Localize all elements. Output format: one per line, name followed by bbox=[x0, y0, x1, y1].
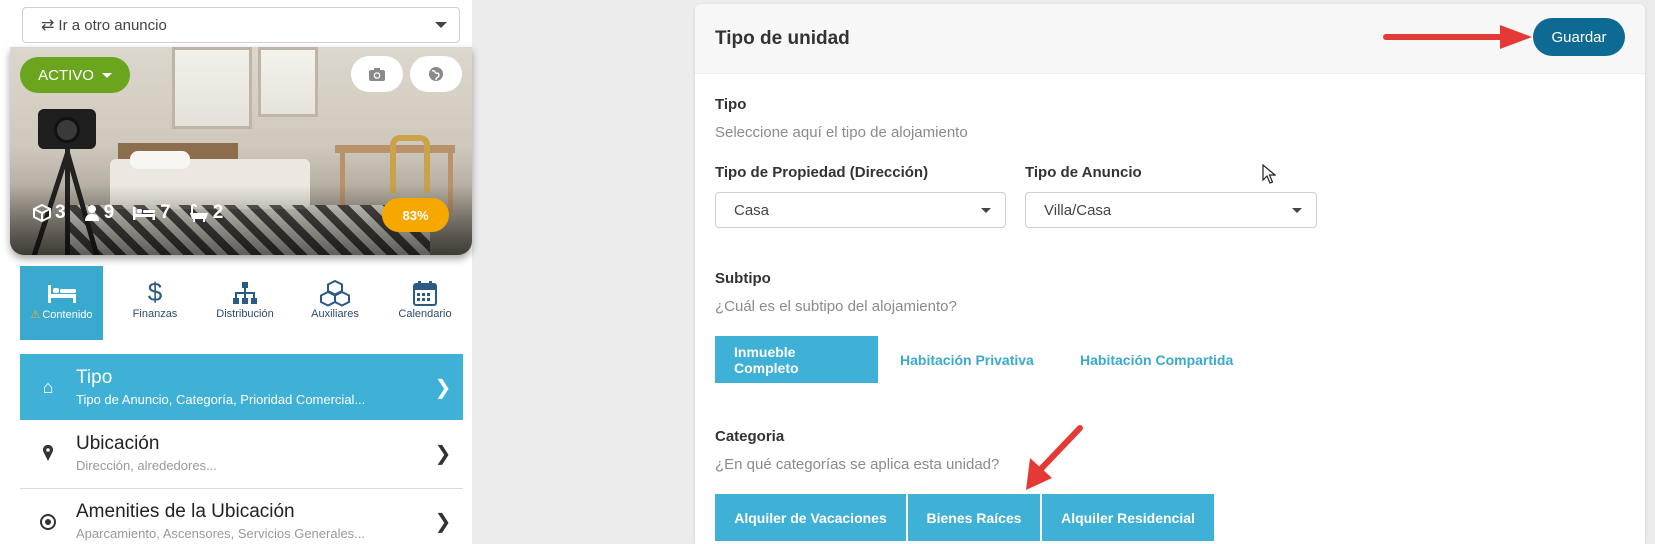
menu-item-title: Tipo bbox=[76, 366, 113, 388]
menu-item-tipo[interactable]: ⌂ Tipo Tipo de Anuncio, Categoría, Prior… bbox=[20, 354, 463, 420]
menu-item-amenities-ubicacion[interactable]: Amenities de la Ubicación Aparcamiento, … bbox=[20, 488, 463, 544]
menu-item-title: Amenities de la Ubicación bbox=[76, 501, 295, 522]
chevron-right-icon: ❯ bbox=[434, 442, 452, 465]
units-stat: 3 bbox=[33, 202, 66, 224]
category-vacation-rental[interactable]: Alquiler de Vacaciones bbox=[715, 494, 906, 541]
annotation-arrow-icon bbox=[1026, 425, 1083, 490]
listing-stats: 3 9 7 2 bbox=[33, 202, 223, 224]
category-real-estate[interactable]: Bienes Raíces bbox=[908, 494, 1040, 541]
camera-icon bbox=[369, 67, 385, 81]
property-type-label: Tipo de Propiedad (Dirección) bbox=[715, 164, 929, 181]
web-button[interactable] bbox=[410, 56, 462, 92]
categoria-label: Categoria bbox=[715, 428, 785, 445]
beds-count: 7 bbox=[160, 202, 171, 223]
user-icon bbox=[84, 205, 99, 221]
menu-item-subtitle: Tipo de Anuncio, Categoría, Prioridad Co… bbox=[76, 391, 366, 407]
menu-item-ubicacion[interactable]: Ubicación Dirección, alrededores... ❯ bbox=[20, 420, 463, 486]
goto-listing-label: Ir a otro anuncio bbox=[58, 16, 167, 34]
target-icon bbox=[40, 513, 56, 530]
chevron-down-icon bbox=[435, 22, 447, 28]
chevron-down-icon bbox=[1292, 207, 1302, 213]
swap-icon: ⇄ bbox=[41, 17, 55, 34]
categoria-hint: ¿En qué categorías se aplica esta unidad… bbox=[715, 456, 1000, 473]
listing-type-label: Tipo de Anuncio bbox=[1025, 164, 1142, 181]
guests-stat: 9 bbox=[84, 202, 115, 224]
beds-stat: 7 bbox=[132, 202, 171, 224]
status-dropdown[interactable]: ACTIVO bbox=[20, 57, 130, 93]
menu-item-subtitle: Dirección, alrededores... bbox=[76, 457, 217, 473]
map-pin-icon bbox=[43, 444, 54, 461]
tab-label: Auxiliares bbox=[311, 308, 359, 320]
units-count: 3 bbox=[55, 202, 66, 223]
globe-icon bbox=[429, 67, 443, 81]
panel-title: Tipo de unidad bbox=[715, 27, 850, 49]
tab-calendario[interactable]: Calendario bbox=[380, 266, 470, 340]
subtype-option-private-room[interactable]: Habitación Privativa bbox=[881, 336, 1053, 383]
tipo-label: Tipo bbox=[715, 96, 747, 113]
bed-icon bbox=[47, 285, 76, 303]
subtipo-hint: ¿Cuál es el subtipo del alojamiento? bbox=[715, 298, 957, 315]
tipo-hint: Seleccione aquí el tipo de alojamiento bbox=[715, 124, 968, 141]
tab-label: Finanzas bbox=[132, 308, 178, 320]
subtipo-label: Subtipo bbox=[715, 270, 771, 287]
listing-type-value: Villa/Casa bbox=[1044, 201, 1112, 219]
listing-sidebar: ⇄ Ir a otro anuncio ACTIVO 3 9 7 2 83% ⚠… bbox=[0, 0, 472, 544]
tab-label: Contenido bbox=[42, 309, 93, 321]
status-label: ACTIVO bbox=[38, 66, 94, 84]
subtype-option-shared-room[interactable]: Habitación Compartida bbox=[1061, 336, 1252, 383]
subtype-option-entire[interactable]: Inmueble Completo bbox=[715, 336, 878, 383]
baths-count: 2 bbox=[212, 202, 224, 223]
photo-pillow bbox=[130, 151, 190, 169]
mouse-cursor-icon bbox=[1262, 164, 1276, 184]
cubes-icon bbox=[320, 279, 350, 307]
photos-button[interactable] bbox=[351, 56, 403, 92]
goto-listing-select[interactable]: ⇄ Ir a otro anuncio bbox=[22, 7, 460, 43]
category-residential-rental[interactable]: Alquiler Residencial bbox=[1042, 494, 1214, 541]
annotation-arrow-icon bbox=[1383, 25, 1532, 49]
section-tabs: ⚠ Contenido $ Finanzas Distribución Auxil… bbox=[20, 266, 470, 340]
chevron-down-icon bbox=[981, 207, 991, 213]
warning-icon: ⚠ bbox=[30, 309, 41, 321]
save-button[interactable]: Guardar bbox=[1533, 18, 1625, 56]
property-type-select[interactable]: Casa bbox=[715, 192, 1006, 228]
menu-item-subtitle: Aparcamiento, Ascensores, Servicios Gene… bbox=[76, 526, 366, 541]
dollar-icon: $ bbox=[147, 277, 163, 307]
tab-distribucion[interactable]: Distribución bbox=[200, 266, 290, 340]
bath-icon bbox=[189, 204, 208, 222]
sitemap-icon bbox=[233, 282, 257, 304]
calendar-icon bbox=[413, 281, 437, 306]
chevron-down-icon bbox=[101, 72, 112, 78]
tab-label: Calendario bbox=[398, 308, 452, 320]
photo-window bbox=[172, 47, 252, 129]
chevron-right-icon: ❯ bbox=[434, 376, 452, 399]
tab-contenido[interactable]: ⚠ Contenido bbox=[20, 266, 103, 340]
listing-type-select[interactable]: Villa/Casa bbox=[1025, 192, 1317, 228]
completion-badge: 83% bbox=[382, 198, 449, 232]
chevron-right-icon: ❯ bbox=[434, 511, 452, 533]
tab-label: Distribución bbox=[216, 308, 274, 320]
photo-window-2 bbox=[258, 47, 318, 117]
cube-icon bbox=[33, 204, 51, 222]
unit-type-panel: Tipo de unidad Guardar Tipo Seleccione a… bbox=[695, 4, 1645, 544]
bed-icon bbox=[133, 207, 156, 220]
menu-item-title: Ubicación bbox=[76, 432, 160, 454]
home-icon: ⌂ bbox=[42, 376, 54, 397]
guests-count: 9 bbox=[103, 202, 115, 223]
tab-finanzas[interactable]: $ Finanzas bbox=[110, 266, 200, 340]
tab-auxiliares[interactable]: Auxiliares bbox=[290, 266, 380, 340]
baths-stat: 2 bbox=[189, 202, 224, 224]
property-type-value: Casa bbox=[734, 201, 770, 219]
